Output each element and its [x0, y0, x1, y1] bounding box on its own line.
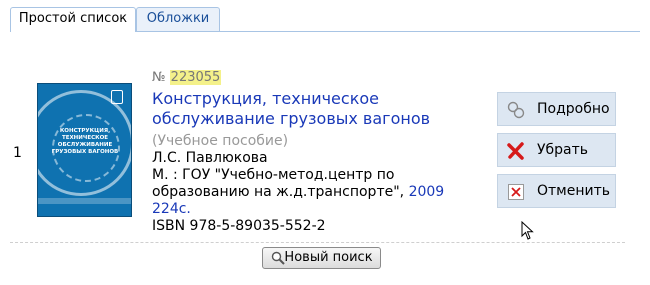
record-number: № 223055 [152, 69, 482, 86]
record-separator [10, 242, 625, 243]
record-pages: 224с. [152, 201, 191, 217]
book-cover-image[interactable]: КОНСТРУКЦИЯ, ТЕХНИЧЕСКОЕ ОБСЛУЖИВАНИЕ ГР… [37, 83, 132, 217]
cover-title: КОНСТРУКЦИЯ, ТЕХНИЧЕСКОЕ ОБСЛУЖИВАНИЕ ГР… [51, 128, 119, 155]
record-year-link[interactable]: 2009 [409, 184, 445, 200]
cover-logo-icon [111, 90, 123, 104]
record-number-prefix: № [152, 70, 166, 85]
details-button[interactable]: Подробно [497, 92, 616, 126]
remove-button-label: Убрать [537, 142, 589, 158]
cancel-button[interactable]: Отменить [497, 174, 616, 208]
boxed-x-icon [508, 184, 524, 200]
record-number-value: 223055 [169, 70, 222, 85]
cover-strip [38, 198, 131, 204]
record-isbn: ISBN 978-5-89035-552-2 [152, 218, 326, 234]
cancel-button-label: Отменить [537, 183, 611, 199]
red-x-icon [507, 142, 524, 160]
mouse-cursor-icon [521, 221, 534, 240]
magnifier-circles-icon [507, 101, 525, 119]
details-button-label: Подробно [537, 101, 610, 117]
record-publisher: М. : ГОУ "Учебно-метод.центр по образова… [152, 167, 405, 200]
tab-simple-list[interactable]: Простой список [10, 7, 136, 32]
row-number: 1 [13, 145, 22, 161]
record-publisher-line: М. : ГОУ "Учебно-метод.центр по образова… [152, 167, 482, 201]
tab-covers[interactable]: Обложки [136, 7, 220, 31]
new-search-label: Новый поиск [284, 250, 373, 265]
record-title-link[interactable]: Конструкция, техническое обслуживание гр… [152, 89, 482, 129]
magnifier-icon [271, 251, 285, 265]
new-search-button[interactable]: Новый поиск [262, 247, 381, 269]
record-info: № 223055 Конструкция, техническое обслуж… [152, 69, 482, 235]
remove-button[interactable]: Убрать [497, 133, 616, 167]
record-type: (Учебное пособие) [152, 133, 289, 149]
record-author: Л.С. Павлюкова [152, 150, 268, 166]
